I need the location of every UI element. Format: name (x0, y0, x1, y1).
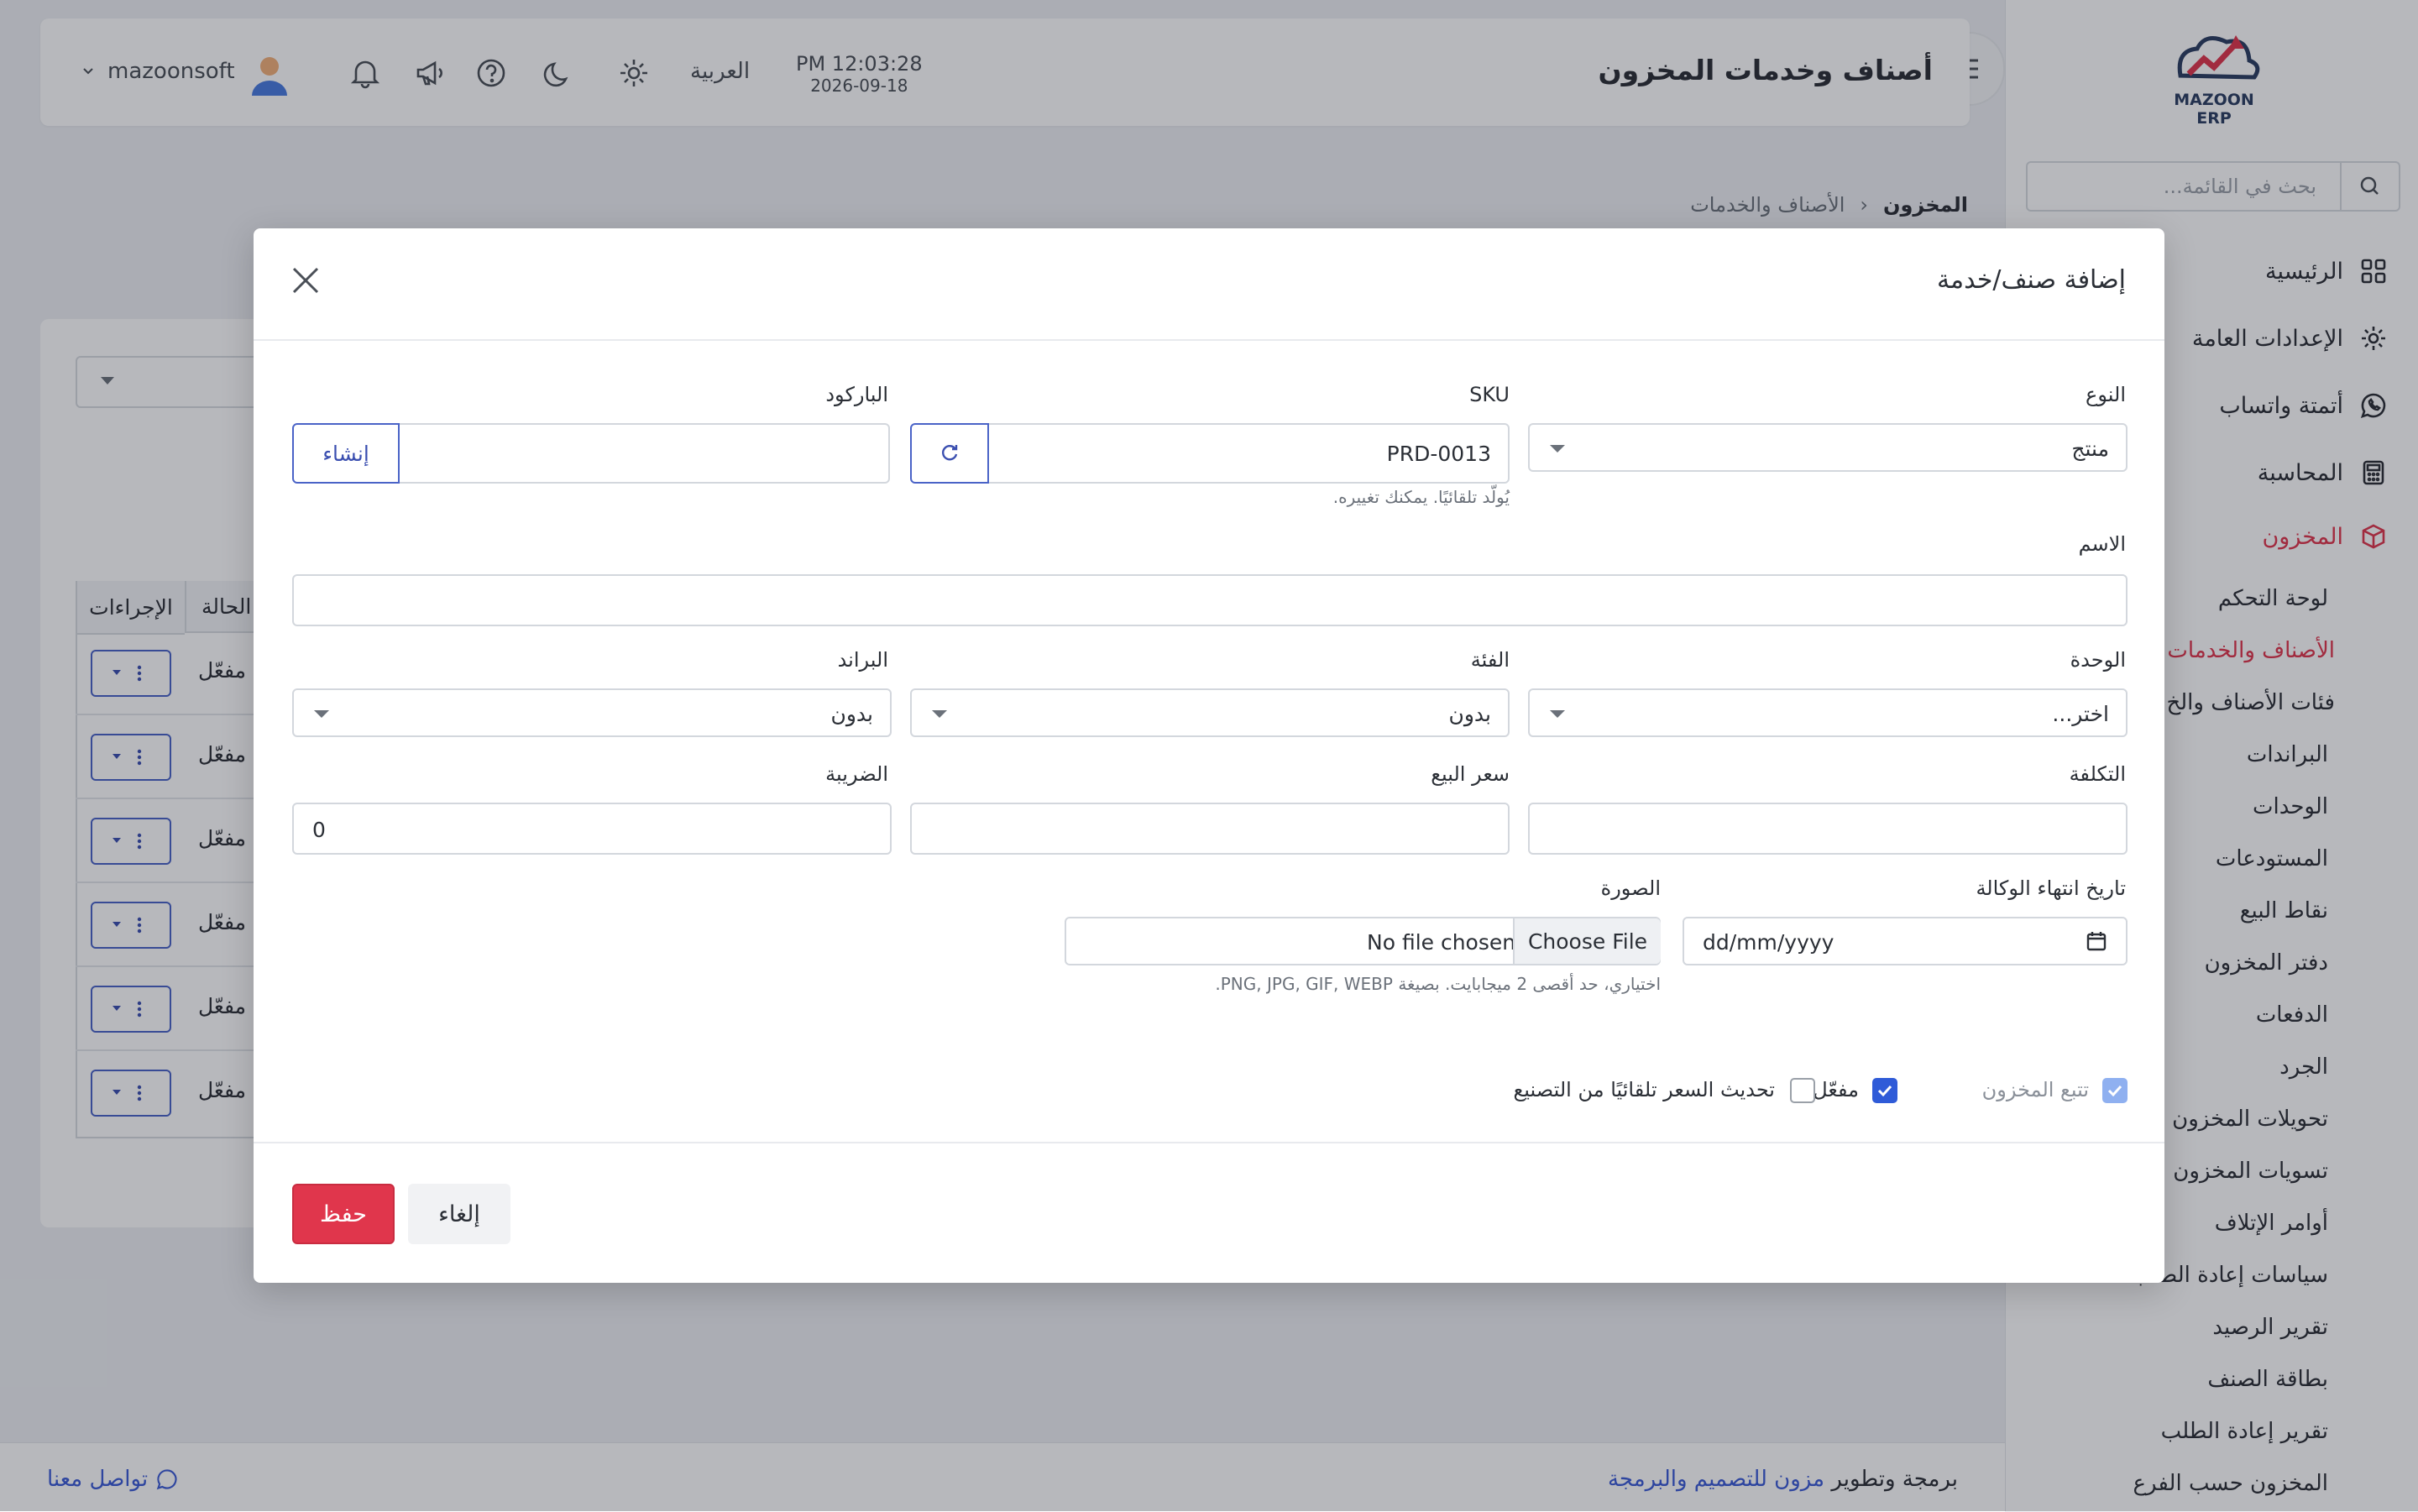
caret-down-icon (314, 710, 329, 718)
image-file-input[interactable]: No file chosen Choose File (1065, 917, 1661, 965)
unit-value: اختر... (2052, 702, 2109, 726)
sku-label: SKU (1469, 383, 1510, 406)
brand-label: البراند (837, 648, 888, 672)
brand-value: بدون (830, 702, 873, 726)
type-value: منتج (2071, 437, 2109, 461)
track-stock-checkbox[interactable] (2102, 1078, 2128, 1103)
cost-label: التكلفة (2069, 762, 2126, 786)
image-hint: اختياري، حد أقصى 2 ميجابايت. بصيغة PNG, … (1215, 974, 1661, 994)
modal-header: إضافة صنف/خدمة (254, 228, 2164, 341)
sku-value: PRD-0013 (1386, 442, 1491, 466)
cancel-button[interactable]: إلغاء (408, 1184, 510, 1244)
unit-label: الوحدة (2070, 648, 2126, 672)
caret-down-icon (1550, 445, 1565, 453)
check-icon (2107, 1085, 2122, 1097)
file-status: No file chosen (1367, 930, 1516, 955)
cost-input[interactable] (1528, 803, 2128, 855)
modal-title: إضافة صنف/خدمة (1936, 265, 2126, 295)
check-icon (1877, 1085, 1892, 1097)
caret-down-icon (932, 710, 947, 718)
modal-footer-divider (254, 1142, 2164, 1143)
barcode-input[interactable] (398, 423, 890, 484)
caret-down-icon (1550, 710, 1565, 718)
warranty-label: تاريخ انتهاء الوكالة (1976, 876, 2126, 900)
close-button[interactable] (285, 260, 326, 301)
sale-price-label: سعر البيع (1431, 762, 1510, 786)
category-select[interactable]: بدون (910, 688, 1510, 737)
sku-hint: يُولّد تلقائيًا. يمكنك تغييره. (1332, 487, 1510, 507)
active-checkbox[interactable] (1872, 1078, 1897, 1103)
choose-file-button[interactable]: Choose File (1513, 918, 1661, 964)
refresh-icon (942, 445, 958, 461)
regenerate-sku-button[interactable] (910, 423, 989, 484)
image-label: الصورة (1600, 876, 1661, 900)
close-icon (292, 267, 319, 294)
save-button[interactable]: حفظ (292, 1184, 395, 1244)
calendar-icon[interactable] (2086, 930, 2107, 952)
category-value: بدون (1448, 702, 1491, 726)
brand-select[interactable]: بدون (292, 688, 892, 737)
unit-select[interactable]: اختر... (1528, 688, 2128, 737)
name-label: الاسم (2078, 532, 2126, 556)
type-select[interactable]: منتج (1528, 423, 2128, 472)
auto-price-label: تحديث السعر تلقائيًا من التصنيع (1513, 1078, 1775, 1101)
name-input[interactable] (292, 574, 2128, 626)
warranty-date-input[interactable]: dd/mm/yyyy (1683, 917, 2128, 965)
tax-input[interactable]: 0 (292, 803, 892, 855)
tax-value: 0 (312, 818, 326, 842)
tax-label: الضريبة (825, 762, 888, 786)
auto-price-checkbox[interactable] (1790, 1078, 1815, 1103)
track-stock-label: تتبع المخزون (1981, 1078, 2089, 1101)
type-label: النوع (2086, 383, 2126, 406)
sale-price-input[interactable] (910, 803, 1510, 855)
category-label: الفئة (1470, 648, 1510, 672)
add-item-modal: إضافة صنف/خدمة النوع منتج SKU PRD-0013 ي… (254, 228, 2164, 1283)
generate-barcode-button[interactable]: إنشاء (292, 423, 400, 484)
sku-input[interactable]: PRD-0013 (987, 423, 1510, 484)
active-label: مفعّل (1813, 1078, 1859, 1101)
barcode-label: الباركود (825, 383, 888, 406)
warranty-placeholder: dd/mm/yyyy (1703, 930, 1834, 955)
